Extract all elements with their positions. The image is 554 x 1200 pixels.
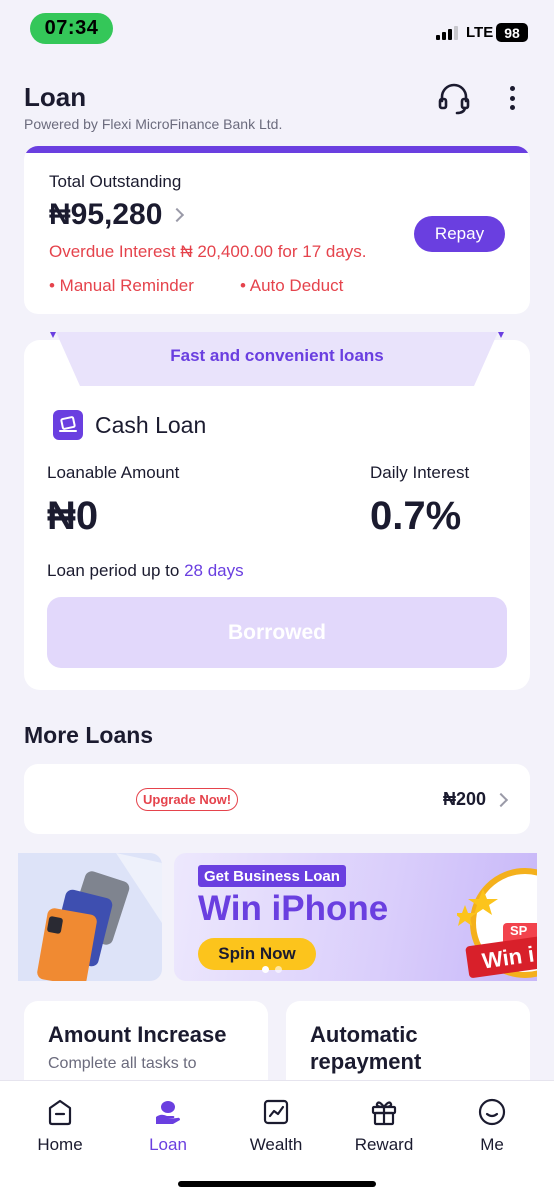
more-loans-amount: ₦200 — [443, 789, 487, 809]
overdue-interest-text: Overdue Interest ₦ 20,400.00 for 17 days… — [49, 242, 367, 261]
promo-tag: Get Business Loan — [198, 865, 346, 887]
total-outstanding-amount[interactable]: ₦95,280 — [49, 198, 185, 232]
page-subtitle: Powered by Flexi MicroFinance Bank Ltd. — [24, 116, 283, 132]
tile-title: Amount Increase — [48, 1022, 227, 1047]
cash-loan-icon — [53, 410, 83, 440]
business-loan-banner[interactable]: Get Business Loan Win iPhone Spin Now SP… — [174, 853, 537, 981]
nav-label: Home — [37, 1135, 83, 1154]
loan-period-prefix: Loan period up to — [47, 561, 180, 580]
nav-label: Wealth — [249, 1135, 303, 1154]
loan-icon — [156, 1101, 180, 1124]
phones-banner[interactable] — [18, 853, 162, 981]
chevron-right-icon — [170, 207, 185, 223]
home-indicator — [178, 1181, 376, 1187]
borrowed-button[interactable]: Borrowed — [47, 597, 507, 668]
manual-reminder-link[interactable]: • Manual Reminder — [49, 276, 194, 296]
signal-icon — [436, 24, 458, 40]
wealth-icon — [263, 1099, 289, 1125]
auto-deduct-link[interactable]: • Auto Deduct — [240, 276, 343, 296]
more-vertical-icon[interactable] — [500, 84, 524, 112]
loan-period-text: Loan period up to 28 days — [47, 561, 244, 581]
nav-label: Me — [480, 1135, 504, 1154]
status-bar: 07:34 LTE 98 — [0, 0, 554, 56]
tile-description: Complete all tasks to — [48, 1055, 197, 1072]
nav-me[interactable]: Me — [447, 1097, 537, 1155]
promo-title: Win iPhone — [198, 889, 389, 928]
carousel-dots — [262, 966, 282, 973]
wheel-tag-text: SP — [510, 923, 528, 938]
daily-interest-value: 0.7% — [370, 494, 462, 538]
headset-icon[interactable] — [437, 82, 471, 116]
tile-title: Automatic repayment — [310, 1022, 422, 1074]
outstanding-card: Total Outstanding ₦95,280 Overdue Intere… — [24, 146, 530, 314]
cash-loan-title: Cash Loan — [95, 412, 207, 438]
more-loans-title: More Loans — [24, 722, 154, 748]
nav-label: Reward — [354, 1135, 414, 1154]
carousel-dot — [262, 966, 269, 973]
gift-icon — [371, 1101, 397, 1126]
status-time: 07:34 — [30, 13, 113, 44]
spin-now-button[interactable]: Spin Now — [198, 938, 316, 970]
smile-icon — [478, 1098, 506, 1126]
loan-banner-text: Fast and convenient loans — [170, 346, 384, 365]
carousel-dot — [275, 966, 282, 973]
nav-reward[interactable]: Reward — [339, 1097, 429, 1155]
page-title: Loan — [24, 82, 87, 112]
network-label: LTE — [466, 24, 494, 41]
loanable-amount-value: ₦0 — [47, 494, 99, 538]
nav-loan[interactable]: Loan — [123, 1097, 213, 1155]
home-icon — [48, 1099, 72, 1126]
loan-period-value: 28 days — [184, 561, 244, 580]
card-accent-bar — [24, 146, 530, 153]
upgrade-now-badge[interactable]: Upgrade Now! — [136, 788, 239, 811]
total-outstanding-label: Total Outstanding — [49, 172, 182, 191]
phones-image — [37, 853, 162, 981]
total-outstanding-value: ₦95,280 — [49, 198, 163, 231]
daily-interest-label: Daily Interest — [370, 463, 470, 482]
repay-button[interactable]: Repay — [414, 216, 505, 252]
battery-icon: 98 — [496, 23, 528, 42]
nav-label: Loan — [149, 1135, 187, 1154]
nav-home[interactable]: Home — [15, 1097, 105, 1155]
nav-wealth[interactable]: Wealth — [231, 1097, 321, 1155]
loanable-amount-label: Loanable Amount — [47, 463, 180, 482]
